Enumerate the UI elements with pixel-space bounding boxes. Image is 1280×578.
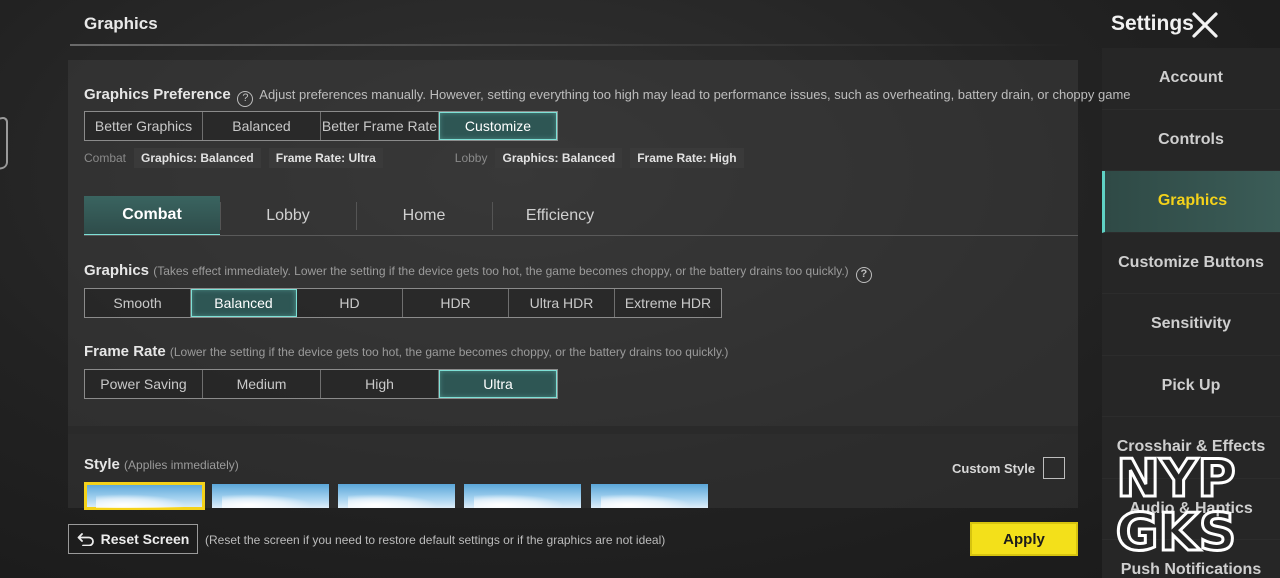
close-icon bbox=[1192, 12, 1218, 38]
graphics-option-hd[interactable]: HD bbox=[297, 289, 403, 317]
frame-rate-heading: Frame Rate (Lower the setting if the dev… bbox=[84, 343, 728, 360]
graphics-quality-note: (Takes effect immediately. Lower the set… bbox=[153, 264, 849, 278]
watermark-bottom: GKS bbox=[1116, 503, 1236, 556]
reset-screen-button[interactable]: Reset Screen bbox=[68, 524, 198, 554]
current-settings-summary: Combat Graphics: Balanced Frame Rate: Ul… bbox=[84, 148, 744, 168]
watermark-top: NYP bbox=[1116, 449, 1235, 509]
sidebar-item-graphics[interactable]: Graphics bbox=[1102, 171, 1280, 233]
combat-graphics-chip: Graphics: Balanced bbox=[134, 148, 261, 168]
settings-title: Settings bbox=[1111, 12, 1194, 35]
graphics-option-hdr[interactable]: HDR bbox=[403, 289, 509, 317]
style-thumbnail[interactable] bbox=[464, 484, 581, 508]
tab-divider bbox=[84, 235, 1078, 236]
close-button[interactable] bbox=[1190, 10, 1222, 40]
frame-rate-label: Frame Rate bbox=[84, 343, 166, 360]
frame-rate-note: (Lower the setting if the device gets to… bbox=[169, 345, 729, 359]
combat-frame-rate-chip: Frame Rate: Ultra bbox=[268, 148, 383, 168]
style-heading: Style (Applies immediately) bbox=[84, 456, 239, 473]
graphics-quality-label: Graphics bbox=[84, 262, 150, 279]
preference-selector: Better Graphics Balanced Better Frame Ra… bbox=[84, 111, 558, 141]
frame-rate-option-ultra[interactable]: Ultra bbox=[439, 370, 557, 398]
title-underline bbox=[70, 44, 1080, 46]
frame-rate-selector: Power Saving Medium High Ultra bbox=[84, 369, 558, 399]
graphics-help-icon[interactable]: ? bbox=[855, 267, 872, 283]
frame-rate-option-high[interactable]: High bbox=[321, 370, 439, 398]
graphics-option-extreme-hdr[interactable]: Extreme HDR bbox=[615, 289, 721, 317]
tab-efficiency[interactable]: Efficiency bbox=[492, 196, 628, 236]
tab-lobby[interactable]: Lobby bbox=[220, 196, 356, 236]
sidebar-item-controls[interactable]: Controls bbox=[1102, 109, 1280, 171]
reset-screen-label: Reset Screen bbox=[100, 531, 190, 547]
lobby-graphics-chip: Graphics: Balanced bbox=[495, 148, 623, 168]
custom-style-toggle: Custom Style bbox=[952, 457, 1066, 479]
sidebar-item-pick-up[interactable]: Pick Up bbox=[1102, 355, 1280, 417]
lobby-summary-label: Lobby bbox=[454, 151, 488, 165]
preference-option-customize[interactable]: Customize bbox=[439, 112, 557, 140]
graphics-quality-heading: Graphics (Takes effect immediately. Lowe… bbox=[84, 262, 875, 283]
tab-home[interactable]: Home bbox=[356, 196, 492, 236]
style-thumbnail[interactable] bbox=[212, 484, 329, 508]
reset-screen-note: (Reset the screen if you need to restore… bbox=[205, 533, 666, 547]
graphics-option-balanced[interactable]: Balanced bbox=[191, 289, 297, 317]
graphics-preference-row: Graphics Preference ? Adjust preferences… bbox=[84, 86, 1131, 107]
frame-rate-option-medium[interactable]: Medium bbox=[203, 370, 321, 398]
graphics-option-ultra-hdr[interactable]: Ultra HDR bbox=[509, 289, 615, 317]
custom-style-label: Custom Style bbox=[952, 460, 1036, 476]
tab-combat[interactable]: Combat bbox=[84, 196, 220, 236]
style-label: Style bbox=[84, 456, 120, 473]
section-divider bbox=[68, 426, 1078, 434]
graphics-option-smooth[interactable]: Smooth bbox=[85, 289, 191, 317]
edge-handle[interactable] bbox=[0, 116, 8, 172]
style-thumbnail[interactable] bbox=[338, 484, 455, 508]
graphics-preference-description: Adjust preferences manually. However, se… bbox=[259, 87, 1131, 102]
style-note: (Applies immediately) bbox=[124, 458, 239, 472]
sidebar-item-customize-buttons[interactable]: Customize Buttons bbox=[1102, 232, 1280, 294]
page-title: Graphics bbox=[84, 14, 158, 33]
lobby-frame-rate-chip: Frame Rate: High bbox=[630, 148, 744, 168]
preference-option-balanced[interactable]: Balanced bbox=[203, 112, 321, 140]
mode-tabs: Combat Lobby Home Efficiency bbox=[84, 196, 628, 236]
style-thumbnail[interactable] bbox=[84, 482, 205, 510]
custom-style-checkbox[interactable] bbox=[1043, 457, 1066, 479]
watermark-logo: NYP GKS bbox=[1114, 448, 1237, 557]
help-icon[interactable]: ? bbox=[237, 91, 254, 107]
style-thumbnail[interactable] bbox=[591, 484, 708, 508]
graphics-quality-selector: Smooth Balanced HD HDR Ultra HDR Extreme… bbox=[84, 288, 722, 318]
frame-rate-option-power-saving[interactable]: Power Saving bbox=[85, 370, 203, 398]
preference-option-better-graphics[interactable]: Better Graphics bbox=[85, 112, 203, 140]
preference-option-better-frame-rate[interactable]: Better Frame Rate bbox=[321, 112, 439, 140]
graphics-preference-label: Graphics Preference bbox=[84, 86, 231, 103]
sidebar-item-sensitivity[interactable]: Sensitivity bbox=[1102, 294, 1280, 356]
apply-button[interactable]: Apply bbox=[970, 522, 1078, 556]
combat-summary-label: Combat bbox=[84, 151, 127, 165]
undo-icon bbox=[77, 533, 94, 546]
